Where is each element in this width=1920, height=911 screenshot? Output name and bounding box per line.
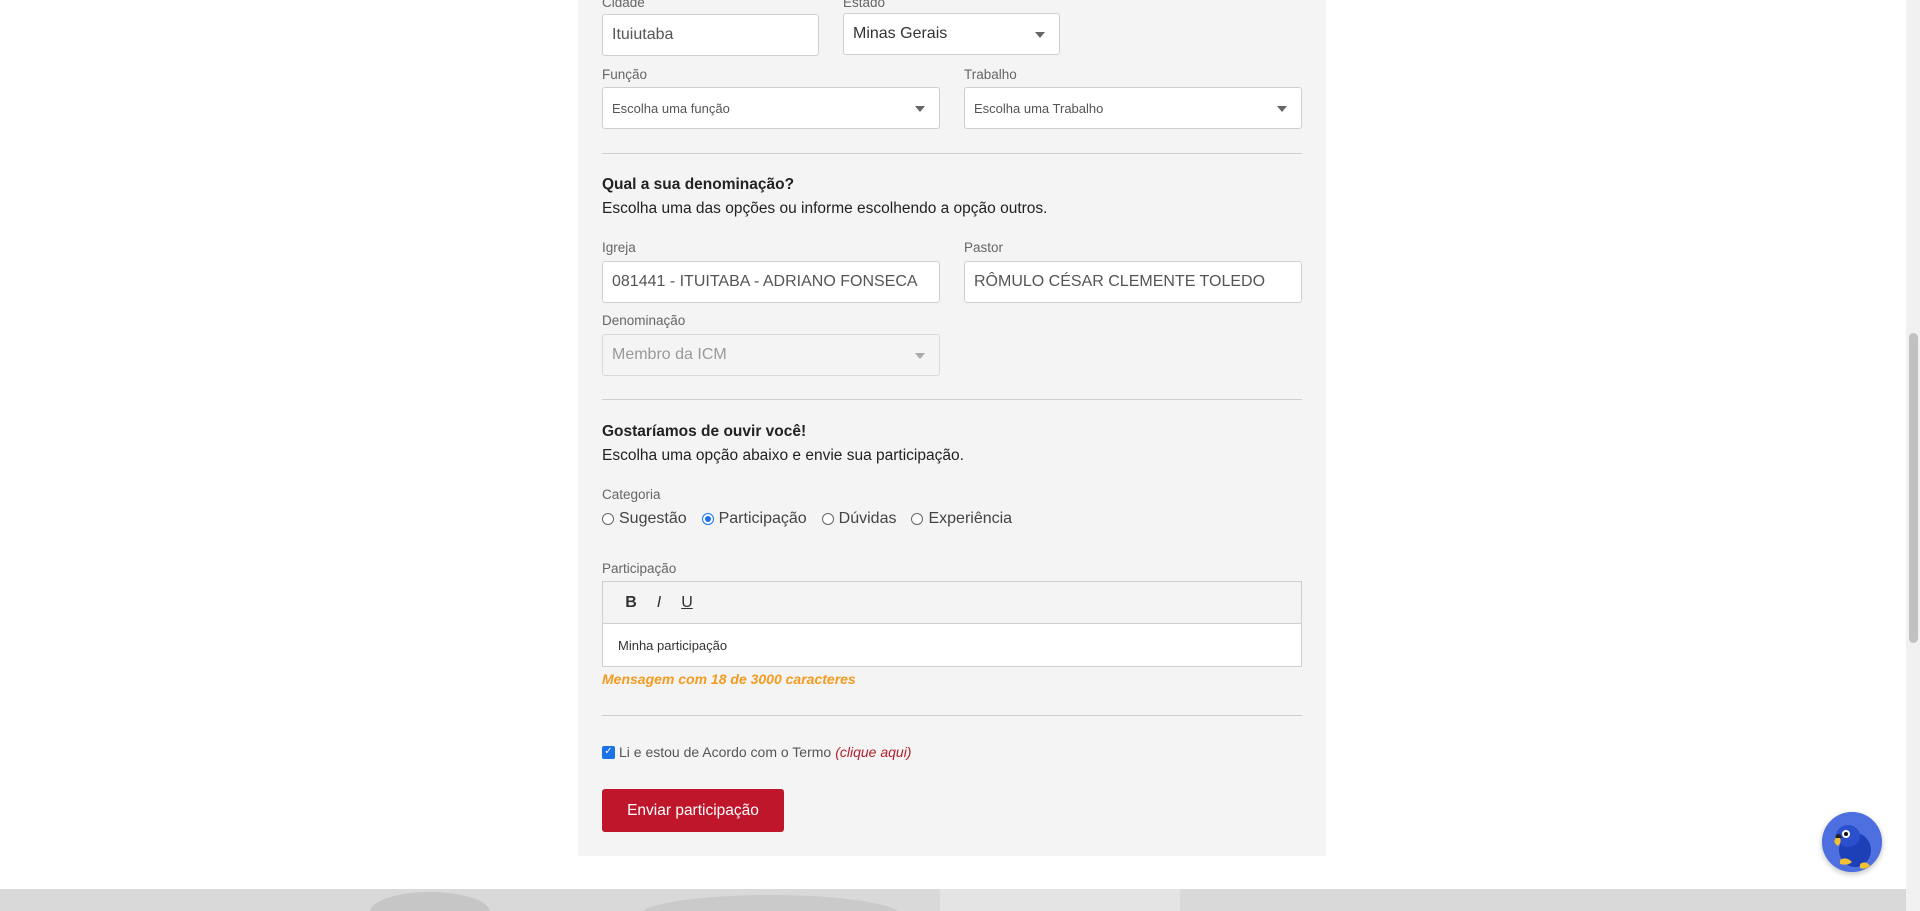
radio-label: Experiência [928,510,1013,527]
igreja-input[interactable]: 081441 - ITUITABA - ADRIANO FONSECA [602,261,940,303]
submit-button[interactable]: Enviar participação [602,789,784,832]
categoria-radio-group: Sugestão Participação Dúvidas Experiênci… [602,510,1027,528]
pastor-input[interactable]: RÔMULO CÉSAR CLEMENTE TOLEDO [964,261,1302,303]
page-scrollbar[interactable] [1906,0,1920,911]
denominacao-section-title: Qual a sua denominação? [602,176,795,193]
terms-link[interactable]: (clique aqui) [835,744,911,760]
cidade-label: Cidade [602,0,645,10]
radio-button[interactable] [911,513,924,525]
chevron-down-icon [1277,106,1287,112]
radio-label: Sugestão [619,510,687,527]
radio-duvidas[interactable]: Dúvidas [821,510,897,528]
chevron-down-icon [915,353,925,359]
feedback-section-subtitle: Escolha uma opção abaixo e envie sua par… [602,447,964,464]
estado-label: Estado [843,0,886,10]
funcao-label: Função [602,67,648,82]
radio-label: Participação [718,510,807,527]
parrot-icon [1822,812,1882,872]
radio-button[interactable] [821,513,834,525]
radio-button-checked[interactable] [701,513,714,525]
chevron-down-icon [915,106,925,112]
footer-banner [0,889,1906,911]
categoria-label: Categoria [602,487,661,502]
denominacao-value: Membro da ICM [612,346,727,363]
radio-button[interactable] [602,513,614,525]
character-counter: Mensagem com 18 de 3000 caracteres [602,671,856,687]
estado-select[interactable]: Minas Gerais [843,13,1060,55]
bold-button[interactable]: B [617,594,645,612]
denominacao-section-subtitle: Escolha uma das opções ou informe escolh… [602,200,1048,217]
divider [602,715,1302,716]
trabalho-label: Trabalho [964,67,1017,82]
map-texture [640,895,900,911]
denominacao-label: Denominação [602,313,686,328]
pastor-label: Pastor [964,240,1004,255]
scrollbar-thumb[interactable] [1909,333,1918,643]
divider [602,153,1302,154]
trabalho-value: Escolha uma Trabalho [974,100,1104,116]
funcao-select[interactable]: Escolha uma função [602,87,940,129]
estado-value: Minas Gerais [853,25,948,42]
terms-checkbox[interactable]: ✓ [602,745,615,759]
participacao-label: Participação [602,561,677,576]
cidade-input[interactable]: Ituiutaba [602,14,819,56]
underline-button[interactable]: U [673,594,701,612]
igreja-label: Igreja [602,240,636,255]
participacao-editor: B I U Minha participação [602,581,1302,667]
denominacao-select: Membro da ICM [602,334,940,376]
funcao-value: Escolha uma função [612,100,730,116]
radio-participacao[interactable]: Participação [701,510,807,528]
radio-sugestao[interactable]: Sugestão [602,510,687,528]
radio-label: Dúvidas [838,510,897,527]
trabalho-select[interactable]: Escolha uma Trabalho [964,87,1302,129]
editor-textarea[interactable]: Minha participação [603,624,1301,666]
map-texture [940,889,1180,911]
map-texture [370,892,490,911]
italic-button[interactable]: I [645,594,673,612]
terms-row: ✓ Li e estou de Acordo com o Termo (cliq… [602,744,911,760]
terms-text: Li e estou de Acordo com o Termo [619,744,832,760]
editor-toolbar: B I U [603,582,1301,624]
chevron-down-icon [1035,32,1045,38]
divider [602,399,1302,400]
radio-experiencia[interactable]: Experiência [911,510,1012,528]
feedback-section-title: Gostaríamos de ouvir você! [602,423,807,440]
chat-assistant-avatar[interactable] [1822,812,1882,872]
